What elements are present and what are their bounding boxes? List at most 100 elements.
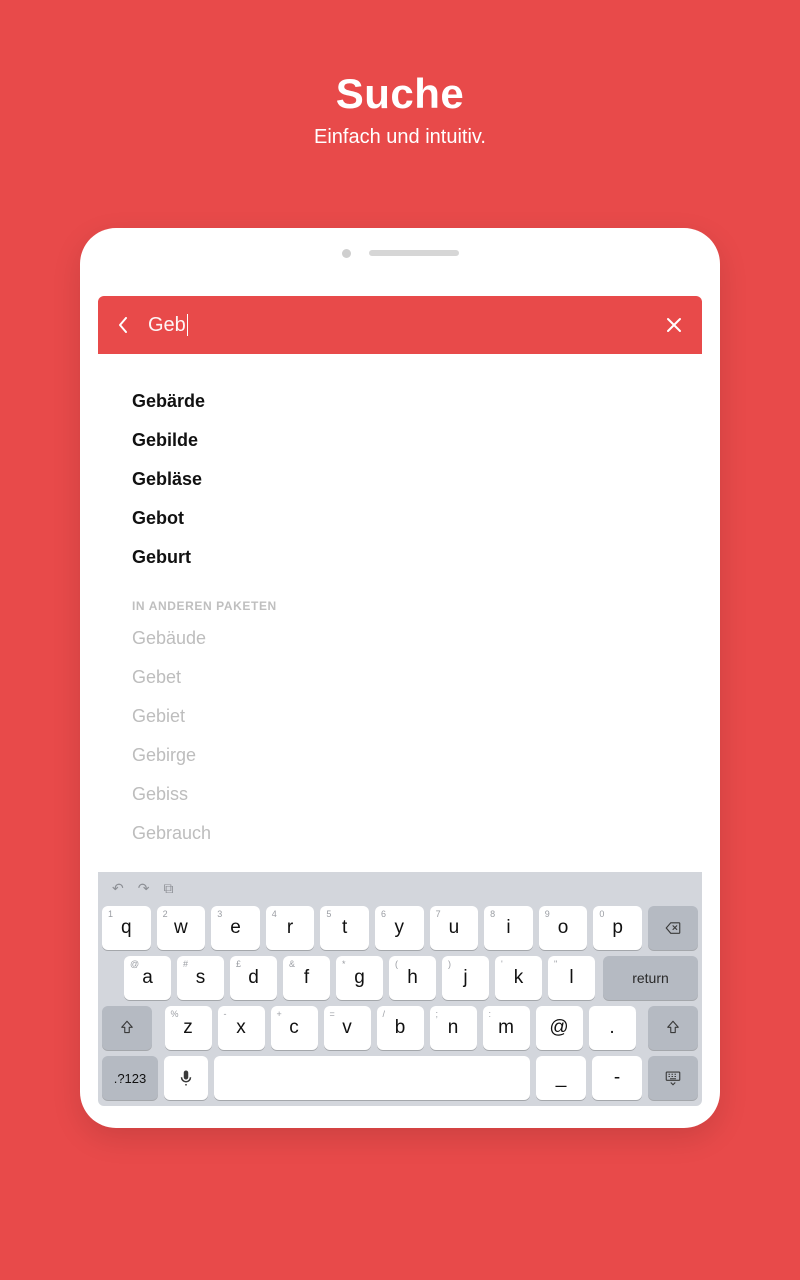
key-main-label: n — [448, 1017, 459, 1039]
key-d[interactable]: £d — [230, 956, 277, 1000]
key-h[interactable]: (h — [389, 956, 436, 1000]
key-main-label: m — [498, 1017, 514, 1039]
key-main-label: @ — [549, 1017, 568, 1039]
key-main-label: r — [287, 917, 293, 939]
key-v[interactable]: =v — [324, 1006, 371, 1050]
clear-button[interactable] — [664, 315, 684, 335]
app-screen: Geb GebärdeGebildeGebläseGebotGeburt IN … — [98, 296, 702, 1106]
key-main-label: a — [142, 967, 153, 989]
key-alt-label: 6 — [381, 909, 386, 919]
key-shift[interactable] — [648, 1006, 698, 1050]
key-at[interactable]: @ — [536, 1006, 583, 1050]
shift-icon — [664, 1019, 682, 1037]
key-m[interactable]: :m — [483, 1006, 530, 1050]
keyboard-toolbar: ↶ ↷ ⧉ — [102, 876, 698, 900]
key-return[interactable]: return — [603, 956, 698, 1000]
key-main-label: h — [407, 967, 418, 989]
key-t[interactable]: 5t — [320, 906, 369, 950]
key-hide-keyboard[interactable] — [648, 1056, 698, 1100]
speaker-slot — [369, 250, 459, 256]
key-r[interactable]: 4r — [266, 906, 315, 950]
key-space[interactable] — [214, 1056, 530, 1100]
other-packages-label: IN ANDEREN PAKETEN — [132, 599, 668, 613]
key-alt-label: % — [171, 1009, 179, 1019]
result-item[interactable]: Gebot — [132, 499, 668, 538]
key-j[interactable]: )j — [442, 956, 489, 1000]
key-alt-label: = — [330, 1009, 335, 1019]
key-alt-label: 7 — [436, 909, 441, 919]
result-item-other[interactable]: Gebäude — [132, 619, 668, 658]
result-item[interactable]: Gebärde — [132, 382, 668, 421]
key-main-label: c — [289, 1017, 299, 1039]
key-mic[interactable] — [164, 1056, 208, 1100]
key-main-label: k — [514, 967, 524, 989]
key-alt-label: 9 — [545, 909, 550, 919]
undo-icon[interactable]: ↶ — [112, 880, 124, 897]
backspace-icon — [664, 919, 682, 937]
keyboard-hide-icon — [664, 1069, 682, 1087]
promo-header: Suche Einfach und intuitiv. — [0, 0, 800, 149]
key-main-label: p — [612, 917, 623, 939]
key-n[interactable]: ;n — [430, 1006, 477, 1050]
redo-icon[interactable]: ↷ — [138, 880, 150, 897]
key-backspace[interactable] — [648, 906, 698, 950]
key-o[interactable]: 9o — [539, 906, 588, 950]
key-alt-label: £ — [236, 959, 241, 969]
key-alt-label: 5 — [326, 909, 331, 919]
search-query-text: Geb — [148, 314, 186, 337]
key-alt-label: 2 — [163, 909, 168, 919]
key-x[interactable]: -x — [218, 1006, 265, 1050]
key-main-label: . — [609, 1017, 614, 1039]
key-period[interactable]: . — [589, 1006, 636, 1050]
search-input[interactable]: Geb — [148, 314, 664, 337]
key-g[interactable]: *g — [336, 956, 383, 1000]
key-a[interactable]: @a — [124, 956, 171, 1000]
key-main-label: g — [354, 967, 365, 989]
key-dash[interactable]: - — [592, 1056, 642, 1100]
key-z[interactable]: %z — [165, 1006, 212, 1050]
key-main-label: f — [304, 967, 309, 989]
result-item-other[interactable]: Gebiss — [132, 775, 668, 814]
key-shift[interactable] — [102, 1006, 152, 1050]
key-alt-label: * — [342, 959, 346, 969]
result-item-other[interactable]: Gebiet — [132, 697, 668, 736]
result-item-other[interactable]: Gebet — [132, 658, 668, 697]
result-item[interactable]: Geburt — [132, 538, 668, 577]
key-underscore[interactable]: _ — [536, 1056, 586, 1100]
key-k[interactable]: 'k — [495, 956, 542, 1000]
result-item-other[interactable]: Gebrauch — [132, 814, 668, 853]
key-f[interactable]: &f — [283, 956, 330, 1000]
mic-icon — [177, 1069, 195, 1087]
result-item[interactable]: Gebilde — [132, 421, 668, 460]
key-p[interactable]: 0p — [593, 906, 642, 950]
key-e[interactable]: 3e — [211, 906, 260, 950]
key-i[interactable]: 8i — [484, 906, 533, 950]
search-bar: Geb — [98, 296, 702, 354]
key-alt-label: ) — [448, 959, 451, 969]
key-numeric[interactable]: .?123 — [102, 1056, 158, 1100]
key-u[interactable]: 7u — [430, 906, 479, 950]
key-alt-label: 1 — [108, 909, 113, 919]
key-main-label: x — [236, 1017, 246, 1039]
key-alt-label: " — [554, 959, 557, 969]
key-alt-label: 0 — [599, 909, 604, 919]
key-c[interactable]: +c — [271, 1006, 318, 1050]
result-item[interactable]: Gebläse — [132, 460, 668, 499]
key-y[interactable]: 6y — [375, 906, 424, 950]
key-l[interactable]: "l — [548, 956, 595, 1000]
key-main-label: i — [506, 917, 510, 939]
key-b[interactable]: /b — [377, 1006, 424, 1050]
key-alt-label: / — [383, 1009, 386, 1019]
key-s[interactable]: #s — [177, 956, 224, 1000]
key-alt-label: ( — [395, 959, 398, 969]
clipboard-icon[interactable]: ⧉ — [163, 880, 173, 897]
back-button[interactable] — [116, 318, 130, 332]
shift-icon — [118, 1019, 136, 1037]
tablet-hardware — [80, 228, 720, 278]
key-main-label: u — [449, 917, 460, 939]
chevron-left-icon — [118, 317, 128, 333]
key-main-label: w — [174, 917, 188, 939]
key-q[interactable]: 1q — [102, 906, 151, 950]
key-w[interactable]: 2w — [157, 906, 206, 950]
result-item-other[interactable]: Gebirge — [132, 736, 668, 775]
